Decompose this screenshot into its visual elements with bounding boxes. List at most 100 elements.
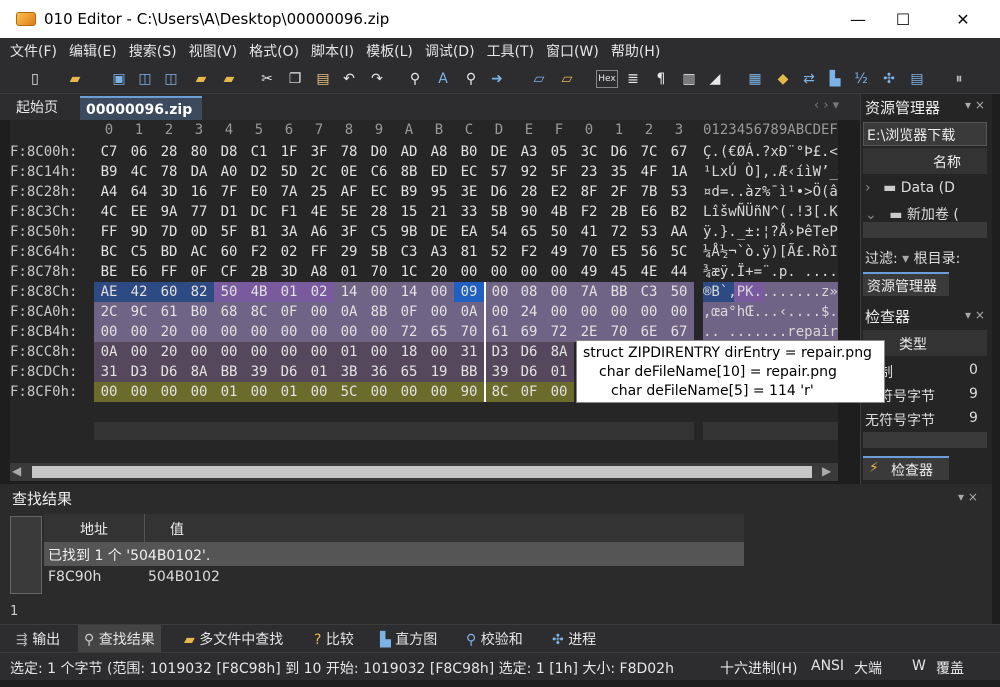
hex-byte[interactable]: 28 xyxy=(364,202,394,222)
hex-byte[interactable]: 80 xyxy=(184,142,214,162)
ascii-text[interactable]: Ç.(€ØÁ.?xÐ­¨°Þ£.<Ö|g xyxy=(703,142,838,162)
hex-byte[interactable]: 4F xyxy=(634,162,664,182)
hex-byte[interactable]: A0 xyxy=(214,162,244,182)
hex-byte[interactable]: 2C xyxy=(304,162,334,182)
hex-byte[interactable]: 00 xyxy=(664,302,694,322)
hex-byte[interactable]: 52 xyxy=(484,242,514,262)
hex-byte[interactable]: C3 xyxy=(394,242,424,262)
hex-byte[interactable]: 01 xyxy=(334,262,364,282)
hex-byte[interactable]: 00 xyxy=(544,262,574,282)
hex-row[interactable]: F:8C00h: C7 06 28 80 D8 C1 1F 3F 78 D0 AD A8 B0 DE A3 05… xyxy=(10,142,838,162)
hex-byte[interactable]: 00 xyxy=(304,302,334,322)
hex-byte[interactable]: 00 xyxy=(124,342,154,362)
tab-inspector[interactable]: ⚡ 检查器 xyxy=(863,456,949,480)
hex-byte[interactable]: 78 xyxy=(154,162,184,182)
hex-byte[interactable]: 20 xyxy=(154,342,184,362)
hex-byte[interactable]: 0A xyxy=(94,342,124,362)
hex-byte[interactable]: 65 xyxy=(394,362,424,382)
hex-byte[interactable]: 3F xyxy=(334,222,364,242)
hex-byte[interactable]: 01 xyxy=(274,382,304,402)
hex-byte[interactable]: 06 xyxy=(124,142,154,162)
hex-horizontal-scrollbar[interactable]: ◀ ▶ xyxy=(10,463,838,481)
new-file-icon[interactable]: ▯ xyxy=(26,70,44,88)
hex-byte[interactable]: D6 xyxy=(274,362,304,382)
find-panel-controls-icon[interactable]: ▾ × xyxy=(958,490,978,504)
hex-byte[interactable]: EC xyxy=(454,162,484,182)
hex-byte[interactable]: 0F xyxy=(394,302,424,322)
hex-byte[interactable]: CF xyxy=(214,262,244,282)
hex-byte[interactable]: E5 xyxy=(604,242,634,262)
hex-byte[interactable]: 00 xyxy=(424,282,454,302)
hex-byte[interactable]: B0 xyxy=(454,142,484,162)
hex-byte[interactable]: B1 xyxy=(244,222,274,242)
hex-byte[interactable]: 00 xyxy=(364,322,394,342)
hex-byte[interactable]: 81 xyxy=(454,242,484,262)
inspector-panel-controls-icon[interactable]: ▾ × xyxy=(965,308,985,322)
hex-byte[interactable]: 2E xyxy=(574,322,604,342)
hex-byte[interactable]: C7 xyxy=(94,142,124,162)
hex-byte[interactable]: A8 xyxy=(304,262,334,282)
hex-byte[interactable]: 25 xyxy=(304,182,334,202)
hex-row[interactable]: F:8C8Ch: AE 42 60 82 50 4B 01 02 14 00 14 00 09 00 08 00… xyxy=(10,282,838,302)
hex-byte[interactable]: 00 xyxy=(604,302,634,322)
hex-byte[interactable]: 00 xyxy=(124,382,154,402)
menu-template[interactable]: 模板(L) xyxy=(366,41,413,61)
hex-byte[interactable]: C3 xyxy=(634,282,664,302)
hex-byte[interactable]: 67 xyxy=(664,142,694,162)
hex-byte[interactable]: 2B xyxy=(244,262,274,282)
hex-byte[interactable]: DA xyxy=(184,162,214,182)
hex-byte[interactable]: 60 xyxy=(154,282,184,302)
hex-byte[interactable]: 5D xyxy=(274,162,304,182)
hex-byte[interactable]: D3 xyxy=(124,362,154,382)
hex-row[interactable]: F:8CA0h: 2C 9C 61 B0 68 8C 0F 00 0A 8B 0F 00 0A 00 24 00… xyxy=(10,302,838,322)
hex-byte[interactable]: 5B xyxy=(484,202,514,222)
hex-byte[interactable]: 21 xyxy=(424,202,454,222)
hex-byte[interactable]: E2 xyxy=(544,182,574,202)
hex-byte[interactable]: A6 xyxy=(304,222,334,242)
hex-byte[interactable]: 33 xyxy=(454,202,484,222)
open-folder-icon[interactable]: ▰ xyxy=(66,70,84,88)
hex-byte[interactable]: 7F xyxy=(214,182,244,202)
menu-script[interactable]: 脚本(I) xyxy=(311,41,354,61)
bookmark-icon[interactable]: ▱ xyxy=(530,70,548,88)
hex-byte[interactable]: 5C xyxy=(334,382,364,402)
menu-edit[interactable]: 编辑(E) xyxy=(69,41,117,61)
hex-byte[interactable]: 2C xyxy=(94,302,124,322)
filter-dropdown-icon[interactable]: ▾ xyxy=(902,251,909,267)
calculator-icon[interactable]: ▦ xyxy=(746,70,764,88)
status-overwrite[interactable]: 覆盖 xyxy=(936,658,964,678)
hex-byte[interactable]: 44 xyxy=(664,262,694,282)
tab-checksum[interactable]: ⚲ 校验和 xyxy=(466,629,523,649)
hex-byte[interactable]: 8A xyxy=(544,342,574,362)
close-window-button[interactable]: ✕ xyxy=(940,0,986,38)
save-icon[interactable]: ▣ xyxy=(110,70,128,88)
hex-byte[interactable]: D6 xyxy=(484,182,514,202)
hex-byte[interactable]: 00 xyxy=(424,302,454,322)
hex-byte[interactable]: 00 xyxy=(484,302,514,322)
hex-byte[interactable]: 8B xyxy=(394,162,424,182)
hex-byte[interactable]: 20 xyxy=(154,322,184,342)
hex-byte[interactable]: 00 xyxy=(124,322,154,342)
ascii-text[interactable]: ¤d=..àz%¯ì¹•>Ö(â./{S xyxy=(703,182,838,202)
hex-byte[interactable]: AD xyxy=(394,142,424,162)
folder-stack-icon[interactable]: ▰ xyxy=(220,70,238,88)
hex-byte[interactable]: 8B xyxy=(364,302,394,322)
hex-byte[interactable]: 4C xyxy=(94,202,124,222)
filter-value[interactable]: 根目录: xyxy=(914,251,961,267)
hex-byte[interactable]: D2 xyxy=(244,162,274,182)
hex-byte[interactable]: 00 xyxy=(184,342,214,362)
hex-byte[interactable]: E6 xyxy=(124,262,154,282)
tab-find-in-files[interactable]: ▰ 多文件中查找 xyxy=(184,629,283,649)
explorer-path-select[interactable]: E:\浏览器下载 xyxy=(863,122,987,146)
hex-byte[interactable]: 0F xyxy=(184,262,214,282)
hex-byte[interactable]: 41 xyxy=(574,222,604,242)
hex-byte[interactable]: 61 xyxy=(154,302,184,322)
hex-row[interactable]: F:8C64h: BC C5 BD AC 60 F2 02 FF 29 5B C3 A3 81 52 F2 49… xyxy=(10,242,838,262)
hex-byte[interactable]: 00 xyxy=(244,322,274,342)
hex-byte[interactable]: 7A xyxy=(574,282,604,302)
hex-byte[interactable]: 90 xyxy=(514,202,544,222)
hex-byte[interactable]: ED xyxy=(424,162,454,182)
hex-byte[interactable]: 00 xyxy=(184,382,214,402)
hex-byte[interactable]: 01 xyxy=(304,362,334,382)
hex-byte[interactable]: 8C xyxy=(244,302,274,322)
